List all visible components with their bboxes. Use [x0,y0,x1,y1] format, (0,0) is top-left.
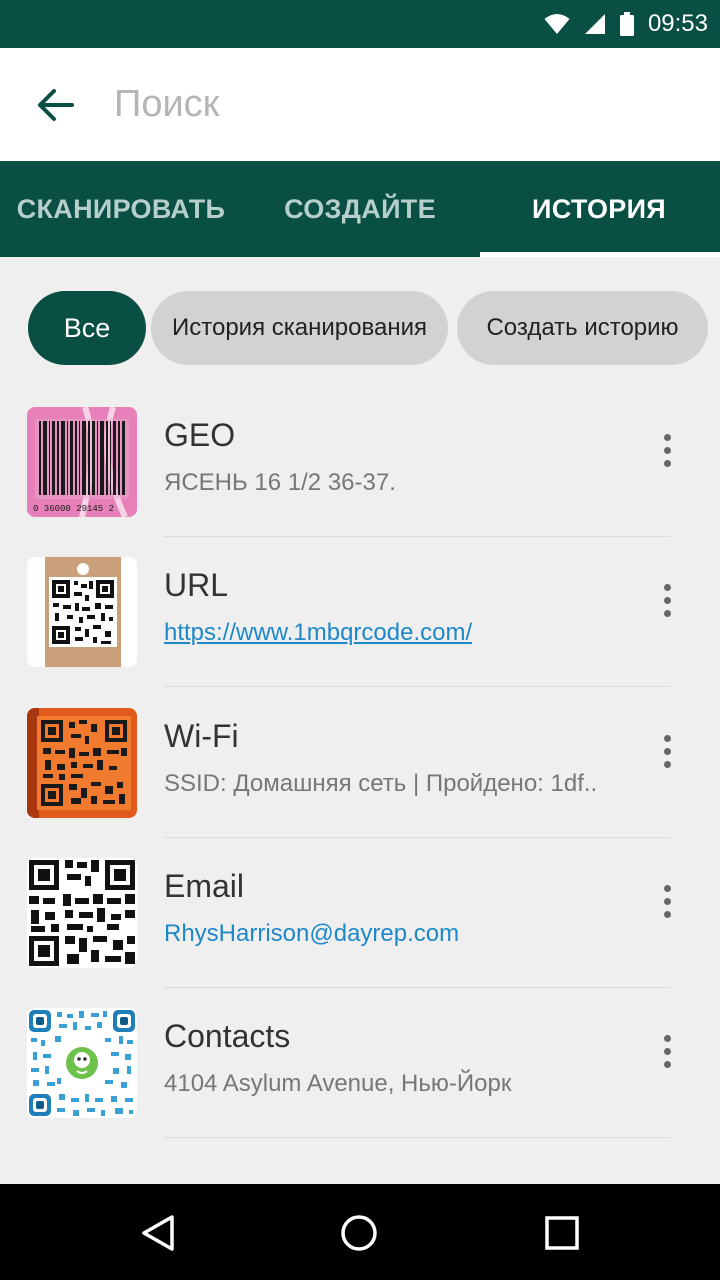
tab-scan[interactable]: СКАНИРОВАТЬ [0,161,242,257]
barcode-digits: 0 36000 29145 2 [33,504,114,514]
more-options-button[interactable] [650,575,684,625]
history-item-subtitle: SSID: Домашняя сеть | Пройдено: 1df.. [164,770,598,797]
qr-tag-thumbnail [27,557,137,667]
barcode-thumbnail: 0 36000 29145 2 [27,407,137,517]
filter-chip-all[interactable]: Все [28,291,146,365]
history-item-email-link[interactable]: RhysHarrison@dayrep.com [164,920,459,948]
divider [164,1137,670,1138]
history-item-contacts[interactable]: Contacts 4104 Asylum Avenue, Нью-Йорк [0,988,720,1138]
more-options-button[interactable] [650,425,684,475]
more-options-button[interactable] [650,876,684,926]
navigation-bar [0,1184,720,1280]
search-input[interactable] [114,76,674,132]
filter-chip-create-history[interactable]: Создать историю [457,291,708,365]
history-item-title: Email [164,868,245,904]
tab-indicator [480,252,720,257]
history-item-wifi[interactable]: Wi-Fi SSID: Домашняя сеть | Пройдено: 1d… [0,688,720,838]
back-icon [142,1215,174,1251]
tab-history[interactable]: ИСТОРИЯ [478,161,720,257]
signal-icon [584,14,605,34]
wifi-icon [544,14,570,34]
qr-orange-thumbnail [27,708,137,818]
tab-create[interactable]: СОЗДАЙТЕ [242,161,478,257]
history-item-email[interactable]: Email RhysHarrison@dayrep.com [0,838,720,988]
status-time: 09:53 [647,10,708,37]
history-item-title: Wi-Fi [164,718,239,754]
history-item-title: URL [164,567,229,603]
arrow-left-icon [38,89,74,121]
back-button[interactable] [30,82,80,128]
qr-blue-thumbnail [27,1008,137,1118]
divider [164,686,670,687]
history-item-geo[interactable]: 0 36000 29145 2 GEO ЯСЕНЬ 16 1/2 36-37. [0,387,720,537]
battery-icon [619,12,634,36]
history-item-title: Contacts [164,1018,291,1054]
search-bar [0,48,720,161]
recents-icon [545,1216,579,1250]
tab-bar: СКАНИРОВАТЬ СОЗДАЙТЕ ИСТОРИЯ [0,161,720,257]
filter-chip-scan-history[interactable]: История сканирования [151,291,448,365]
nav-back-button[interactable] [128,1208,188,1258]
status-bar: 09:53 [0,0,720,48]
more-options-button[interactable] [650,726,684,776]
nav-recents-button[interactable] [532,1208,592,1258]
history-item-title: GEO [164,417,236,453]
history-item-subtitle: 4104 Asylum Avenue, Нью-Йорк [164,1070,512,1097]
home-icon [341,1215,377,1251]
more-options-button[interactable] [650,1026,684,1076]
nav-home-button[interactable] [329,1208,389,1258]
qr-black-thumbnail [27,858,137,968]
status-icons: 09:53 [544,0,708,48]
history-item-url[interactable]: URL https://www.1mbqrcode.com/ [0,537,720,687]
history-item-link[interactable]: https://www.1mbqrcode.com/ [164,619,472,647]
history-item-subtitle: ЯСЕНЬ 16 1/2 36-37. [164,469,396,496]
